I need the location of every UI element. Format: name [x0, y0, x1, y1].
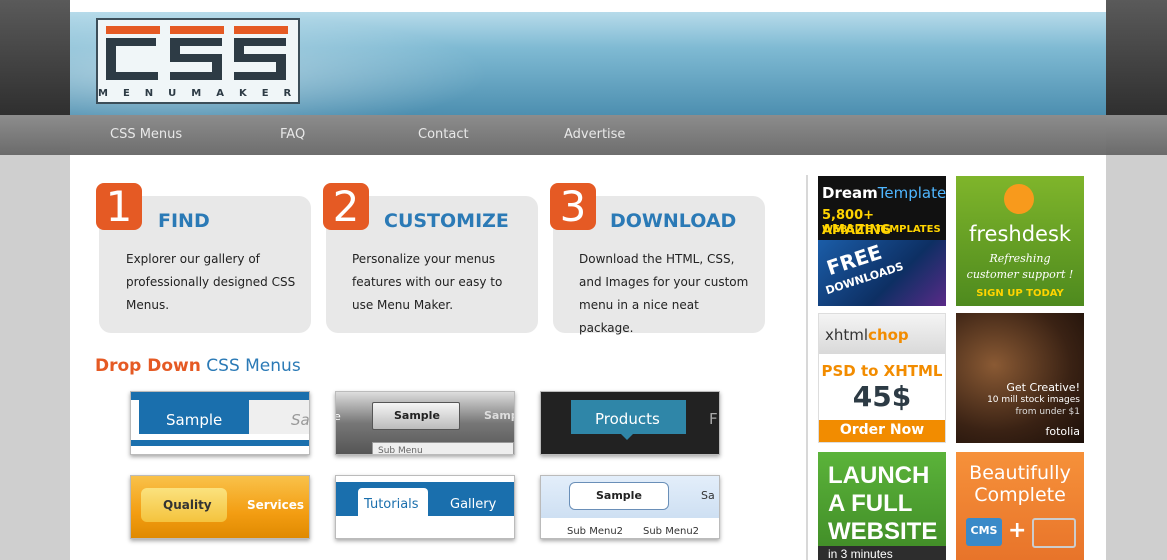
step-title-find: FIND: [158, 210, 210, 232]
menu-thumb-2[interactable]: e Sample Samp Sub Menu: [335, 391, 515, 455]
nav-item-contact[interactable]: Contact: [418, 127, 469, 142]
dropdown-heading-rest: CSS Menus: [206, 356, 301, 376]
ad5-line1: LAUNCH: [828, 462, 930, 489]
ad6-badge: CMS: [970, 524, 998, 537]
main-nav: CSS Menus FAQ Contact Advertise: [70, 115, 1106, 155]
thumb6-sub-label-1: Sub Menu2: [567, 526, 624, 537]
ad3-price: 45$: [852, 380, 912, 413]
step-number-3: 3: [550, 183, 596, 230]
thumb3-caret-icon: [621, 434, 633, 440]
menu-thumb-1[interactable]: Sample Sa: [130, 391, 310, 455]
thumb4-label-1: Quality: [163, 498, 212, 512]
ad4-line2: 10 mill stock images: [987, 395, 1080, 405]
cart-icon: [1032, 518, 1076, 548]
ad1-line2: WEBSITE TEMPLATES: [822, 224, 941, 235]
ad2-brand: freshdesk: [968, 222, 1072, 246]
ad6-line1: Beautifully: [969, 462, 1071, 484]
thumb3-label-1: Products: [595, 410, 660, 428]
ad-dreamtemplate[interactable]: DreamTemplate 5,800+ AMAZING WEBSITE TEM…: [818, 176, 946, 306]
ad-launch-website[interactable]: LAUNCH A FULL WEBSITE in 3 minutes: [818, 452, 946, 560]
ad2-cta[interactable]: SIGN UP TODAY: [956, 288, 1084, 299]
ad4-line3: from under $1: [1015, 407, 1080, 417]
ad6-plus: +: [1008, 518, 1027, 543]
ad1-brand-a: Dream: [822, 184, 878, 202]
step-number-1: 1: [96, 183, 142, 230]
thumb1-topbar: [131, 392, 309, 400]
ad-cms[interactable]: Beautifully Complete CMS +: [956, 452, 1084, 560]
ad6-line2: Complete: [974, 484, 1066, 506]
ad4-brand: fotolia: [1045, 425, 1081, 438]
thumb2-label-0: e: [336, 410, 341, 423]
menu-thumb-6[interactable]: Sample Sa Sub Menu2 Sub Menu2: [540, 475, 720, 539]
sidebar-divider: [806, 175, 808, 560]
thumb2-label-2: Samp: [484, 409, 514, 422]
site-header: MENUMAKER: [70, 12, 1106, 115]
thumb4-label-2: Services: [247, 498, 305, 512]
thumb6-label-1: Sample: [596, 489, 642, 502]
ad3-brand-b: chop: [868, 326, 909, 344]
logo-wordmark: MENUMAKER: [98, 88, 307, 99]
site-logo[interactable]: MENUMAKER: [96, 18, 300, 104]
menu-thumb-5[interactable]: Tutorials Gallery: [335, 475, 515, 539]
thumb5-label-2: Gallery: [450, 497, 497, 512]
ad5-line3: WEBSITE: [828, 518, 938, 545]
step-desc-download: Download the HTML, CSS, and Images for y…: [579, 252, 749, 335]
thumb1-label-1: Sample: [166, 411, 223, 429]
ad5-line2: A FULL: [828, 490, 913, 517]
ad2-line2: customer support !: [966, 268, 1074, 281]
ad-freshdesk[interactable]: freshdesk Refreshing customer support ! …: [956, 176, 1084, 306]
step-title-download: DOWNLOAD: [610, 210, 737, 232]
thumb2-sub-label: Sub Menu: [378, 446, 423, 455]
ad-fotolia[interactable]: Get Creative! 10 mill stock images from …: [956, 313, 1084, 443]
thumb6-sub-label-2: Sub Menu2: [643, 526, 700, 537]
step-title-customize: CUSTOMIZE: [384, 210, 509, 232]
thumb6-label-2: Sa: [701, 489, 715, 502]
thumb1-label-2: Sa: [291, 411, 310, 429]
thumb1-bottombar: [131, 440, 309, 446]
thumb3-label-2: F: [709, 410, 718, 428]
ad3-cta[interactable]: Order Now: [819, 422, 945, 438]
menu-thumb-4[interactable]: Quality Services: [130, 475, 310, 539]
nav-item-faq[interactable]: FAQ: [280, 127, 305, 142]
dropdown-heading-accent: Drop Down: [95, 356, 201, 376]
ad-xhtmlchop[interactable]: xhtmlchop PSD to XHTML 45$ Order Now: [818, 313, 946, 443]
thumb5-label-1: Tutorials: [364, 497, 419, 512]
nav-item-css-menus[interactable]: CSS Menus: [110, 127, 182, 142]
ad5-line4: in 3 minutes: [828, 547, 893, 560]
menu-thumb-3[interactable]: Products F: [540, 391, 720, 455]
ad3-brand-a: xhtml: [825, 326, 869, 344]
ad4-line1: Get Creative!: [1006, 381, 1080, 394]
ad1-brand-b: Template: [877, 184, 946, 202]
step-desc-find: Explorer our gallery of professionally d…: [126, 252, 296, 312]
step-desc-customize: Personalize your menus features with our…: [352, 252, 503, 312]
ad2-line1: Refreshing: [989, 252, 1051, 265]
ad3-line1: PSD to XHTML: [821, 362, 943, 380]
step-number-2: 2: [323, 183, 369, 230]
nav-item-advertise[interactable]: Advertise: [564, 127, 625, 142]
orange-icon: [1004, 184, 1034, 214]
logo-letters-graphic: [106, 26, 288, 80]
dropdown-section-heading: Drop Down CSS Menus: [95, 356, 301, 376]
thumb2-label-1: Sample: [394, 409, 440, 422]
